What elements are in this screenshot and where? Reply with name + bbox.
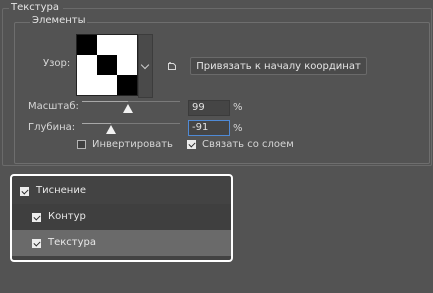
scale-slider-thumb[interactable]: [123, 104, 133, 113]
link-with-layer-label[interactable]: Связать со слоем: [202, 139, 294, 151]
scale-slider-track[interactable]: [82, 101, 180, 102]
depth-unit: %: [233, 123, 243, 134]
pattern-dropdown-button[interactable]: [138, 34, 153, 98]
chevron-down-icon: [140, 60, 150, 70]
depth-label: Глубина:: [28, 122, 76, 133]
pattern-swatch[interactable]: [76, 34, 138, 96]
elements-group-title: Элементы: [30, 15, 88, 27]
depth-slider-thumb[interactable]: [106, 125, 116, 134]
texture-label: Текстура: [48, 237, 97, 248]
scale-slider-fill: [82, 101, 128, 102]
invert-label[interactable]: Инвертировать: [92, 139, 173, 151]
list-item-texture[interactable]: Текстура: [12, 230, 231, 256]
pattern-label: Узор:: [43, 58, 71, 69]
list-item-emboss[interactable]: Тиснение: [12, 178, 231, 204]
pattern-cell: [97, 55, 117, 75]
depth-slider-track[interactable]: [82, 123, 180, 124]
scale-input[interactable]: 99: [188, 100, 230, 116]
section-title-text: Текстура: [11, 2, 60, 13]
pattern-cell: [77, 35, 97, 55]
link-with-layer-checkbox[interactable]: [187, 140, 196, 149]
emboss-label: Тиснение: [36, 185, 86, 196]
contour-checkbox[interactable]: [32, 213, 41, 222]
emboss-checkbox[interactable]: [20, 187, 29, 196]
depth-slider-fill: [82, 123, 111, 124]
invert-checkbox[interactable]: [77, 140, 86, 149]
pattern-cell: [117, 75, 137, 95]
list-item-contour[interactable]: Контур: [12, 204, 231, 230]
scale-label: Масштаб:: [28, 101, 79, 112]
snap-to-origin-button[interactable]: Привязать к началу координат: [190, 57, 367, 75]
depth-input[interactable]: -91: [188, 120, 230, 136]
texture-checkbox[interactable]: [32, 239, 41, 248]
layer-style-list: Тиснение Контур Текстура: [10, 174, 233, 262]
contour-label: Контур: [48, 211, 86, 222]
new-preset-icon[interactable]: [167, 61, 177, 71]
scale-unit: %: [233, 102, 243, 113]
